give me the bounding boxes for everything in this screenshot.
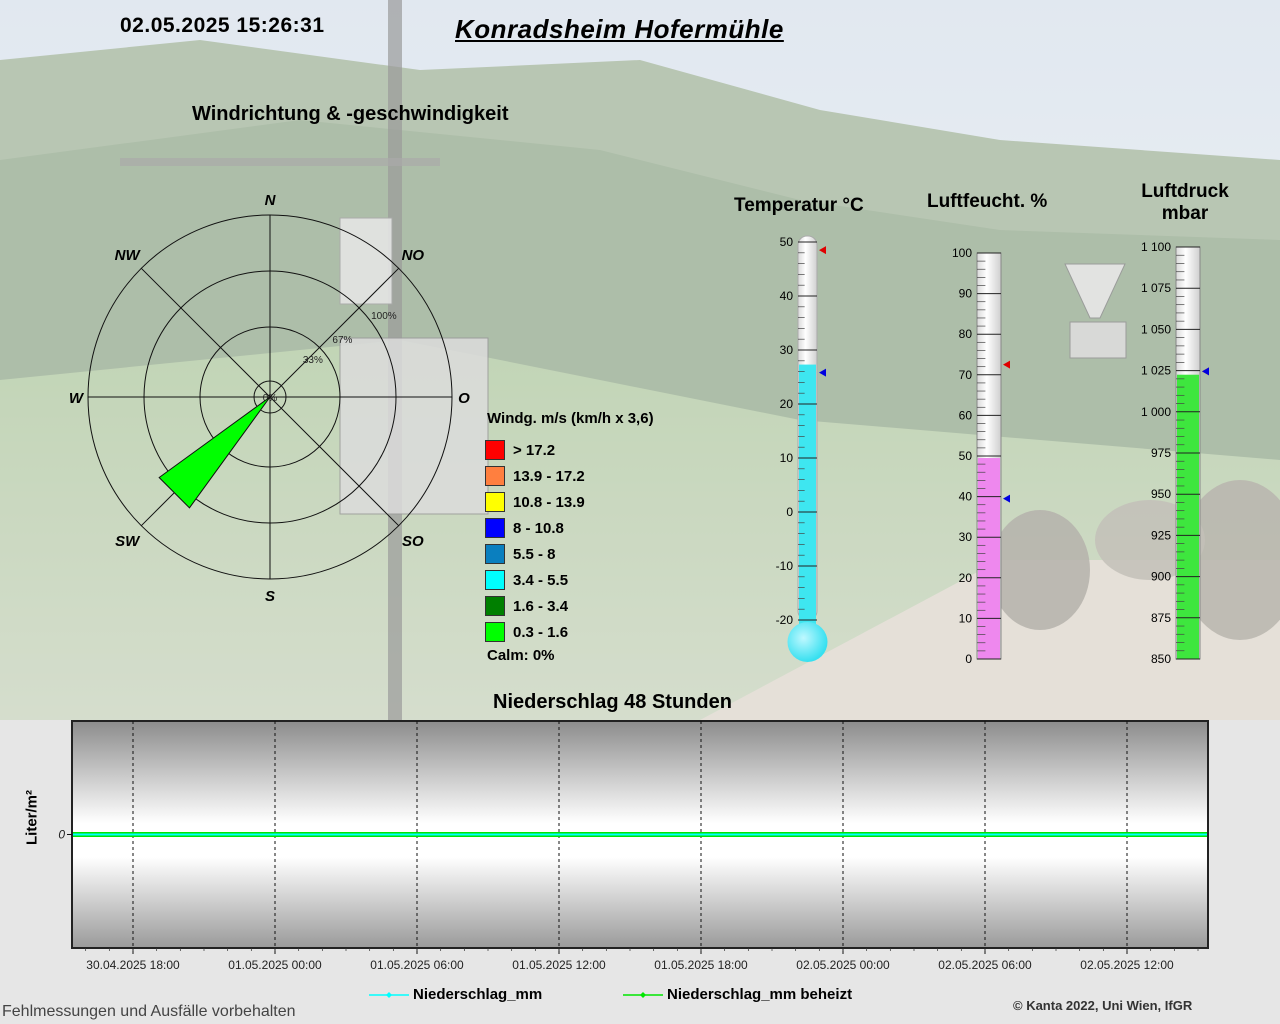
wind-direction-label: SO: [402, 533, 424, 550]
wind-direction-label: SW: [115, 533, 141, 550]
pressure-tick-label: 1 075: [1141, 281, 1171, 295]
precip-chart: 30.04.2025 18:00 01.05.2025 00:00 01.05.20…: [58, 720, 1209, 998]
temperature-bulb: [787, 622, 828, 662]
wind-spoke: [140, 267, 271, 398]
pressure-tick-label: 1 025: [1141, 364, 1171, 378]
pressure-tick-label: 925: [1151, 528, 1171, 542]
precip-legend-marker: [640, 992, 646, 998]
humidity-tick-label: 20: [959, 571, 973, 585]
pressure-tick-label: 1 050: [1141, 322, 1171, 336]
precip-ytick-label: 0: [58, 828, 65, 842]
wind-spoke: [269, 396, 400, 527]
precip-xtick-label: 02.05.2025 12:00: [1080, 958, 1174, 972]
wind-direction-label: O: [458, 390, 470, 407]
precip-xtick-label: 02.05.2025 00:00: [796, 958, 890, 972]
humidity-max-marker: [1003, 360, 1010, 369]
pressure-tick-label: 950: [1151, 487, 1171, 501]
wind-ring-label: 100%: [371, 311, 397, 322]
temperature-tick-label: 30: [780, 343, 794, 357]
temperature-min-marker: [819, 368, 826, 377]
precip-xtick-label: 01.05.2025 12:00: [512, 958, 606, 972]
gauges: -20 -10 0 10 20 30 40 50 0 10 20 30 40 50 60 70 80 90 100 8…: [776, 235, 1209, 666]
pressure-min-marker: [1202, 367, 1209, 376]
humidity-tick-label: 60: [959, 408, 973, 422]
precip-xtick-label: 01.05.2025 18:00: [654, 958, 748, 972]
humidity-tick-label: 40: [959, 490, 973, 504]
pressure-tick-label: 850: [1151, 652, 1171, 666]
wind-spoke: [269, 267, 400, 398]
wind-ring-label: 67%: [332, 335, 352, 346]
temperature-tick-label: 50: [780, 235, 794, 249]
wind-ring-label: 33%: [303, 355, 323, 366]
pressure-tick-label: 900: [1151, 570, 1171, 584]
wind-direction-label: N: [265, 192, 277, 209]
temperature-tick-label: -10: [776, 559, 794, 573]
wind-direction-label: NO: [402, 247, 425, 264]
pressure-level: [1177, 374, 1199, 659]
precip-xtick-label: 02.05.2025 06:00: [938, 958, 1032, 972]
temperature-max-marker: [819, 246, 826, 255]
pressure-tick-label: 975: [1151, 446, 1171, 460]
temperature-tick-label: -20: [776, 613, 794, 627]
wind-direction-label: NW: [115, 247, 142, 264]
charts-layer: NNOOSOSSWWNW0%33%67%100% -20-10010203040…: [58, 192, 1209, 998]
pressure-tick-label: 875: [1151, 611, 1171, 625]
wind-direction-label: S: [265, 588, 275, 605]
humidity-tick-label: 80: [959, 327, 973, 341]
precip-xtick-label: 01.05.2025 00:00: [228, 958, 322, 972]
humidity-min-marker: [1003, 494, 1010, 503]
humidity-tick-label: 30: [959, 530, 973, 544]
humidity-tick-label: 10: [959, 611, 973, 625]
humidity-tick-label: 0: [965, 652, 972, 666]
wind-rose: NNOOSOSSWWNW0%33%67%100%: [69, 192, 470, 605]
humidity-tick-label: 90: [959, 287, 973, 301]
precip-xtick-label: 01.05.2025 06:00: [370, 958, 464, 972]
temperature-tick-label: 20: [780, 397, 794, 411]
wind-direction-label: W: [69, 390, 85, 407]
temperature-tick-label: 10: [780, 451, 794, 465]
precip-xtick-label: 30.04.2025 18:00: [86, 958, 180, 972]
humidity-tick-label: 50: [959, 449, 973, 463]
humidity-tick-label: 100: [952, 246, 972, 260]
humidity-tick-label: 70: [959, 368, 973, 382]
temperature-tick-label: 40: [780, 289, 794, 303]
pressure-tick-label: 1 000: [1141, 405, 1171, 419]
wind-wedge: [158, 396, 271, 509]
temperature-tick-label: 0: [786, 505, 793, 519]
precip-legend-marker: [386, 992, 392, 998]
pressure-tick-label: 1 100: [1141, 240, 1171, 254]
